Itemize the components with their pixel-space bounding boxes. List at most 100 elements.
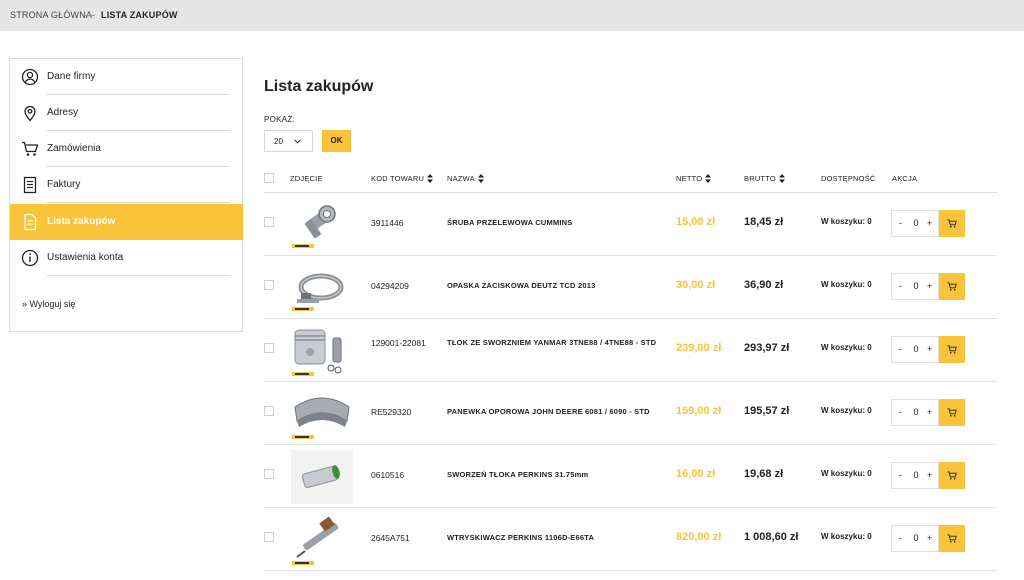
column-header-name[interactable]: NAZWA	[447, 174, 484, 183]
ok-button[interactable]: OK	[322, 130, 351, 152]
increase-button[interactable]: +	[927, 407, 932, 417]
product-name[interactable]: ŚRUBA PRZELEWOWA CUMMINS	[447, 217, 657, 229]
sidebar-item-invoices[interactable]: Faktury	[10, 167, 242, 203]
row-checkbox[interactable]	[264, 532, 274, 542]
per-page-value: 20	[274, 137, 283, 146]
account-sidebar: Dane firmy Adresy Zamówienia Faktury Lis…	[9, 58, 243, 332]
sort-icon	[705, 174, 712, 183]
gross-price: 293,97 zł	[744, 342, 790, 354]
decrease-button[interactable]: -	[899, 407, 902, 417]
column-header-label: KOD TOWARU	[371, 174, 425, 183]
decrease-button[interactable]: -	[899, 344, 902, 354]
product-name[interactable]: SWORZEŃ TŁOKA PERKINS 31.75mm	[447, 469, 657, 481]
availability: W koszyku: 0	[821, 343, 872, 352]
product-code: 0610516	[371, 470, 405, 480]
quantity-input[interactable]: 0	[912, 281, 920, 291]
product-image-banjo-bolt[interactable]	[291, 198, 353, 252]
product-code: 129001-22081	[371, 338, 426, 348]
product-image-injector[interactable]	[291, 513, 353, 567]
product-name[interactable]: TŁOK ZE SWORZNIEM YANMAR 3TNE88 / 4TNE88…	[447, 337, 657, 349]
availability: W koszyku: 0	[821, 469, 872, 478]
sidebar-item-label: Ustawienia konta	[47, 252, 124, 263]
product-image-piston-pin[interactable]	[291, 450, 353, 504]
cart-icon	[21, 140, 39, 158]
row-checkbox[interactable]	[264, 217, 274, 227]
sidebar-item-company-data[interactable]: Dane firmy	[10, 59, 242, 95]
product-name[interactable]: OPASKA ZACISKOWA DEUTZ TCD 2013	[447, 280, 657, 292]
add-to-cart-button[interactable]	[939, 336, 965, 363]
sidebar-item-label: Dane firmy	[47, 71, 96, 82]
row-checkbox[interactable]	[264, 469, 274, 479]
product-name[interactable]: WTRYSKIWACZ PERKINS 1106D-E66TA	[447, 532, 657, 544]
quantity-input[interactable]: 0	[912, 533, 920, 543]
logout-link[interactable]: » Wyloguj się	[22, 299, 75, 309]
availability: W koszyku: 0	[821, 406, 872, 415]
table-row: RE529320 PANEWKA OPOROWA JOHN DEERE 6081…	[264, 382, 997, 445]
product-image-bearing[interactable]	[291, 387, 353, 441]
sidebar-item-addresses[interactable]: Adresy	[10, 95, 242, 131]
quantity-stepper: - 0 +	[891, 525, 939, 552]
quantity-input[interactable]: 0	[912, 407, 920, 417]
quantity-input[interactable]: 0	[912, 344, 920, 354]
column-header-code[interactable]: KOD TOWARU	[371, 174, 434, 183]
increase-button[interactable]: +	[927, 344, 932, 354]
net-price: 239,00 zł	[676, 342, 722, 354]
quantity-input[interactable]: 0	[912, 470, 920, 480]
sidebar-item-orders[interactable]: Zamówienia	[10, 131, 242, 167]
column-header-gross[interactable]: BRUTTO	[744, 174, 785, 183]
column-header-availability: DOSTĘPNOŚĆ	[821, 174, 876, 183]
breadcrumb-separator	[82, 15, 95, 16]
decrease-button[interactable]: -	[899, 470, 902, 480]
add-to-cart-button[interactable]	[939, 210, 965, 237]
product-code: 04294209	[371, 281, 409, 291]
net-price: 159,00 zł	[676, 405, 722, 417]
increase-button[interactable]: +	[927, 218, 932, 228]
sort-icon	[778, 174, 785, 183]
quantity-stepper: - 0 +	[891, 273, 939, 300]
column-header-net[interactable]: NETTO	[676, 174, 712, 183]
cart-icon	[947, 408, 957, 417]
gross-price: 1 008,60 zł	[744, 531, 799, 543]
quantity-stepper: - 0 +	[891, 210, 939, 237]
breadcrumb-home-link[interactable]: STRONA GŁÓWNA	[10, 10, 92, 20]
select-all-checkbox[interactable]	[264, 173, 274, 183]
add-to-cart-button[interactable]	[939, 525, 965, 552]
quantity-input[interactable]: 0	[912, 218, 920, 228]
decrease-button[interactable]: -	[899, 218, 902, 228]
increase-button[interactable]: +	[927, 533, 932, 543]
show-label: POKAŻ:	[264, 115, 296, 124]
net-price: 16,00 zł	[676, 468, 716, 480]
per-page-select[interactable]: 20	[264, 130, 313, 152]
row-checkbox[interactable]	[264, 406, 274, 416]
row-checkbox[interactable]	[264, 343, 274, 353]
sidebar-item-shopping-list[interactable]: Lista zakupów	[10, 204, 243, 240]
increase-button[interactable]: +	[927, 470, 932, 480]
cart-icon	[947, 471, 957, 480]
sidebar-item-account-settings[interactable]: Ustawienia konta	[10, 240, 242, 276]
gross-price: 36,90 zł	[744, 279, 784, 291]
info-circle-icon	[21, 249, 39, 267]
product-name[interactable]: PANEWKA OPOROWA JOHN DEERE 6081 / 6090 -…	[447, 406, 657, 418]
decrease-button[interactable]: -	[899, 533, 902, 543]
row-checkbox[interactable]	[264, 280, 274, 290]
product-image-piston[interactable]	[291, 324, 353, 378]
decrease-button[interactable]: -	[899, 281, 902, 291]
user-circle-icon	[21, 68, 39, 86]
add-to-cart-button[interactable]	[939, 273, 965, 300]
product-code: 2645A751	[371, 533, 410, 543]
increase-button[interactable]: +	[927, 281, 932, 291]
net-price: 820,00 zł	[676, 531, 722, 543]
sidebar-item-label: Faktury	[47, 179, 81, 190]
divider	[47, 275, 230, 276]
add-to-cart-button[interactable]	[939, 399, 965, 426]
table-row: 04294209 OPASKA ZACISKOWA DEUTZ TCD 2013…	[264, 256, 997, 319]
product-image-clamp[interactable]	[291, 261, 353, 315]
chevron-down-icon	[294, 139, 301, 144]
sidebar-item-label: Zamówienia	[47, 143, 101, 154]
map-pin-icon	[21, 104, 39, 122]
quantity-stepper: - 0 +	[891, 399, 939, 426]
add-to-cart-button[interactable]	[939, 462, 965, 489]
table-header: ZDJĘCIE KOD TOWARU NAZWA NETTO BRUTTO DO…	[264, 166, 997, 193]
gross-price: 18,45 zł	[744, 216, 784, 228]
breadcrumb-current: LISTA ZAKUPÓW	[101, 10, 178, 20]
